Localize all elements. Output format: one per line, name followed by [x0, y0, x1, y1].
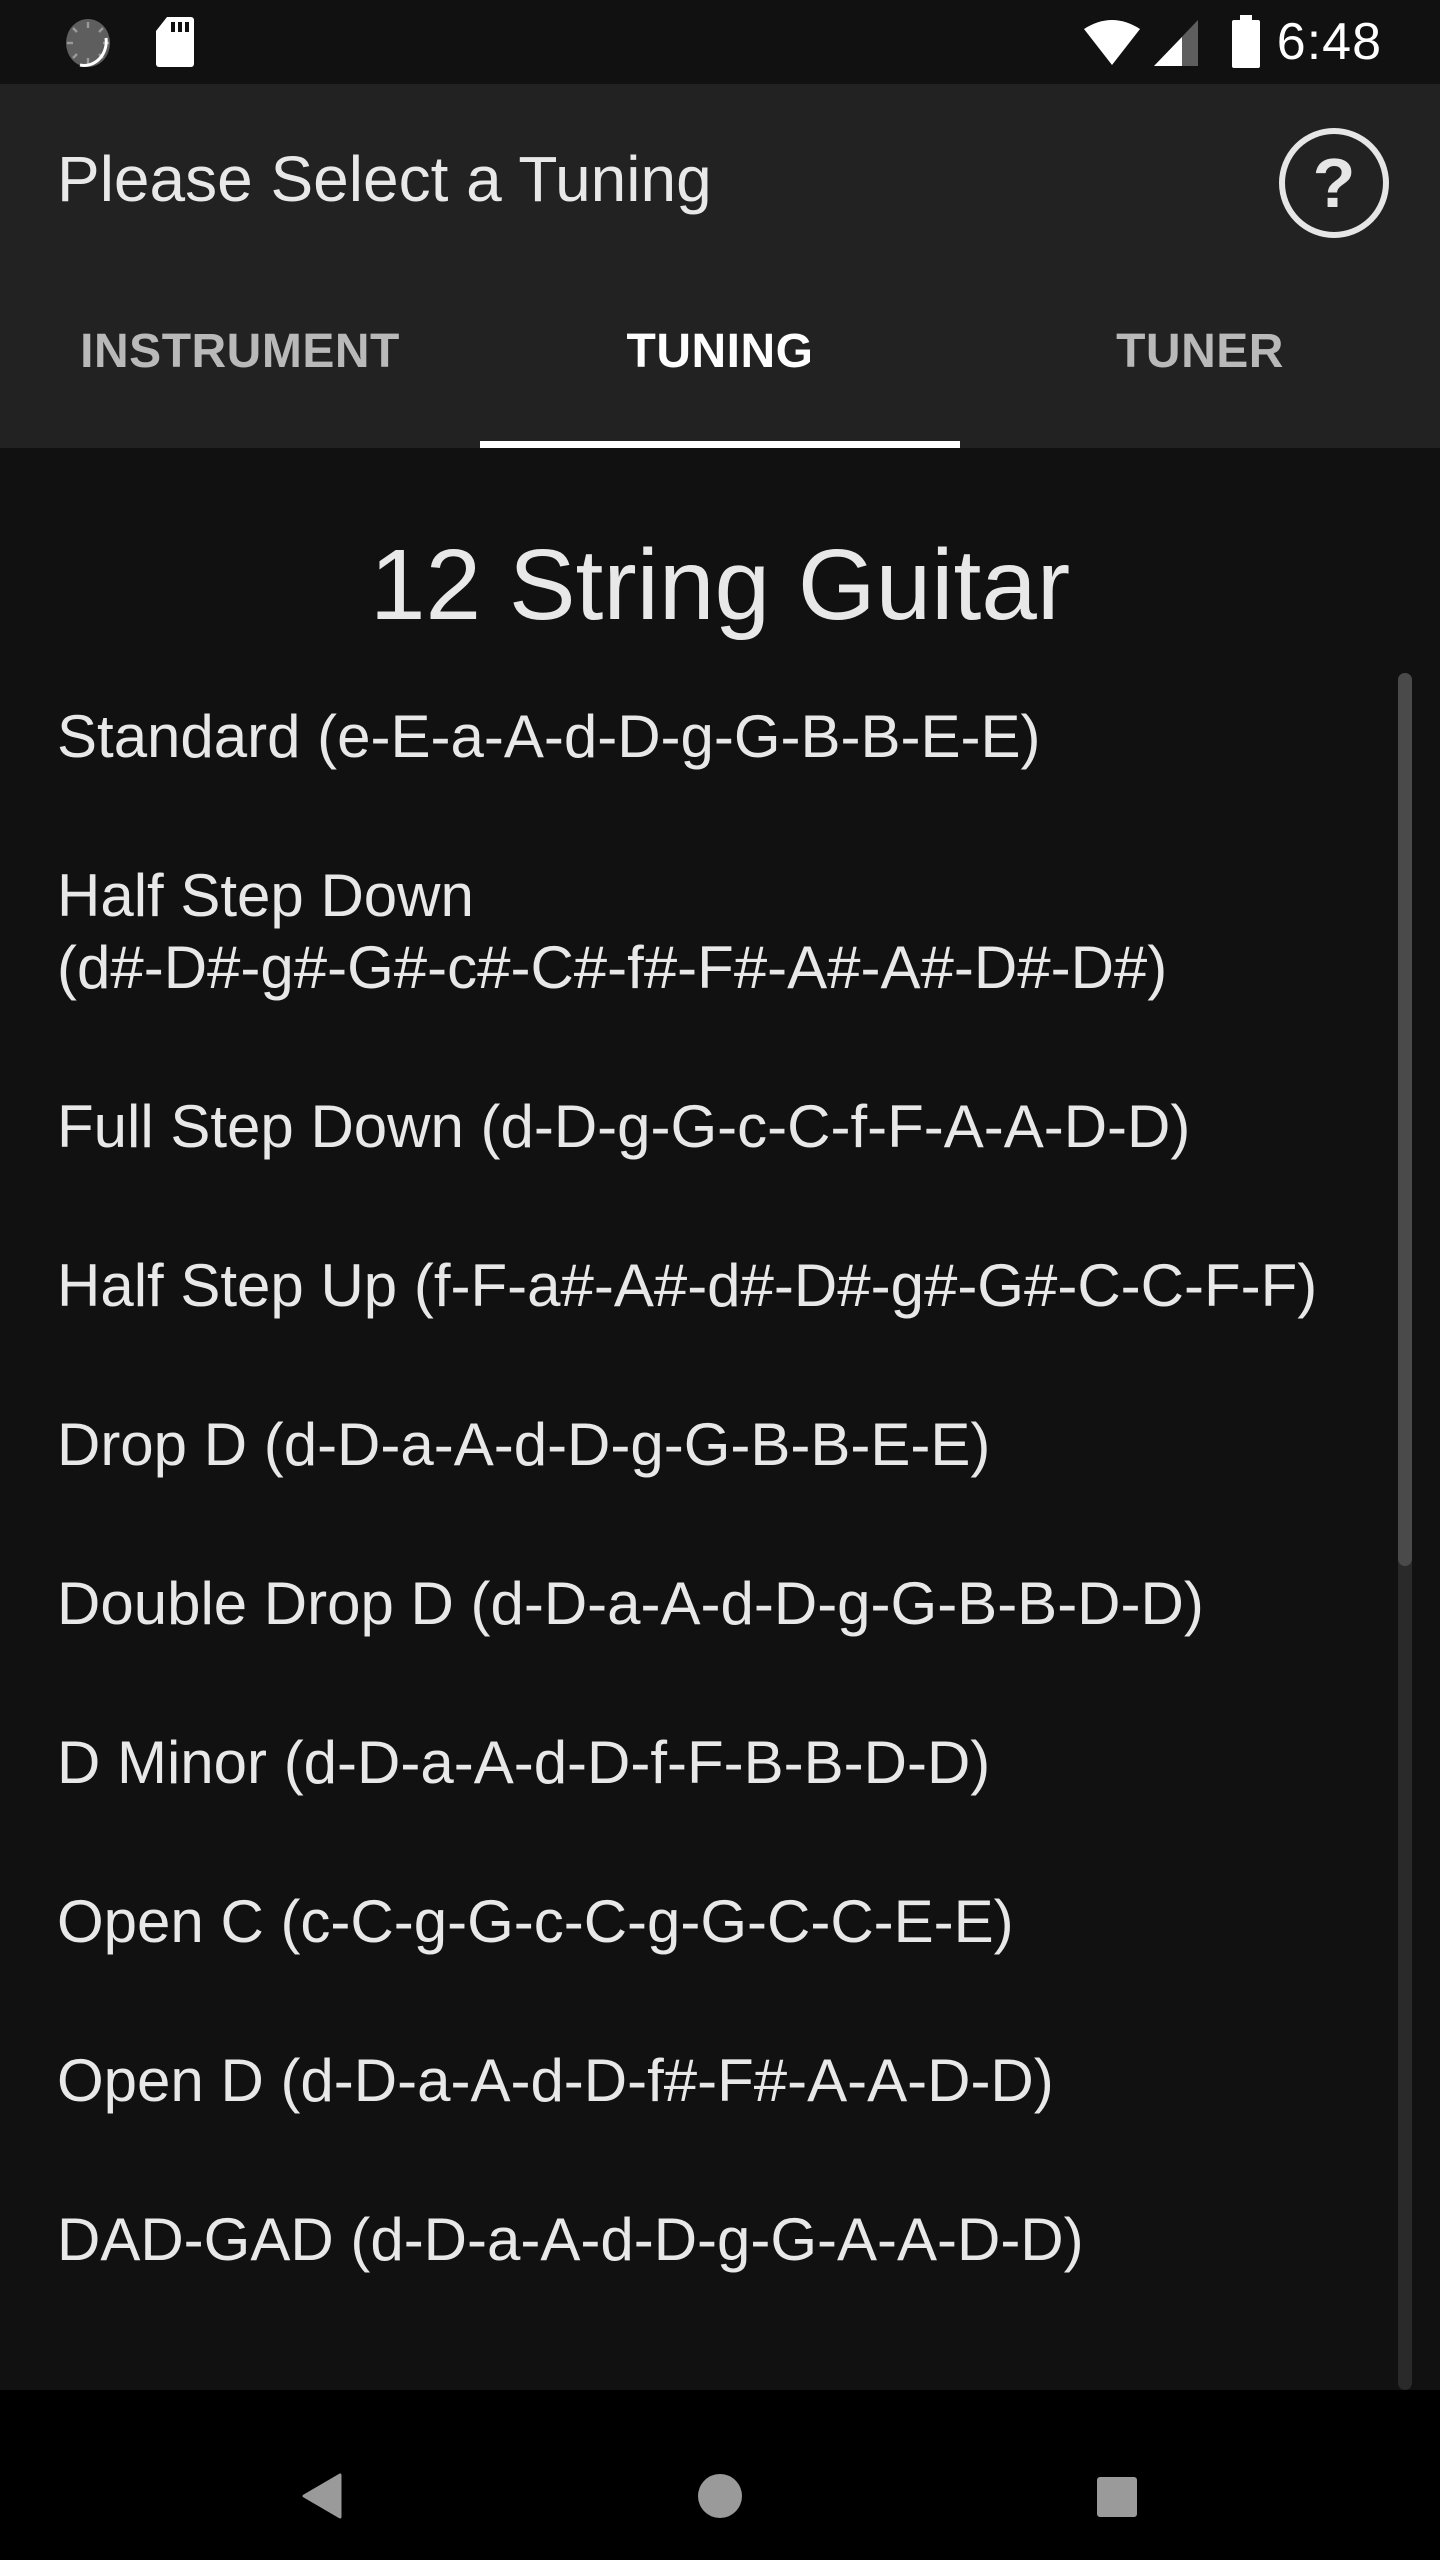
- help-circle-icon: ?: [1279, 128, 1389, 238]
- sd-card-icon: [156, 17, 194, 67]
- tab-tuning[interactable]: TUNING: [480, 284, 960, 448]
- tuning-item-dad-gad[interactable]: DAD-GAD (d-D-a-A-d-D-g-G-A-A-D-D): [0, 2176, 1380, 2335]
- instrument-title: 12 String Guitar: [369, 529, 1071, 641]
- scrollbar-track[interactable]: [1398, 673, 1412, 2390]
- tuning-item-open-d[interactable]: Open D (d-D-a-A-d-D-f#-F#-A-A-D-D): [0, 2017, 1380, 2176]
- tab-tuning-label: TUNING: [626, 325, 814, 378]
- scrollbar-thumb[interactable]: [1398, 673, 1412, 1566]
- tuning-item-drop-d[interactable]: Drop D (d-D-a-A-d-D-g-G-B-B-E-E): [0, 1381, 1380, 1540]
- tuning-item-open-c[interactable]: Open C (c-C-g-G-c-C-g-G-C-C-E-E): [0, 1858, 1380, 2017]
- tuning-item-full-step-down[interactable]: Full Step Down (d-D-g-G-c-C-f-F-A-A-D-D): [0, 1063, 1380, 1222]
- recents-icon[interactable]: [1095, 2475, 1139, 2519]
- tuning-item-label: D Minor (d-D-a-A-d-D-f-F-B-B-D-D): [57, 1729, 991, 1796]
- tuning-item-standard[interactable]: Standard (e-E-a-A-d-D-g-G-B-B-E-E): [0, 673, 1380, 832]
- svg-text:?: ?: [1313, 144, 1356, 222]
- tuning-item-name: Half Step Down: [57, 862, 474, 929]
- help-button[interactable]: ?: [1278, 127, 1390, 239]
- tuning-item-label: Drop D (d-D-a-A-d-D-g-G-B-B-E-E): [57, 1411, 991, 1478]
- tuning-item-notes: (d#-D#-g#-G#-c#-C#-f#-F#-A#-A#-D#-D#): [57, 934, 1168, 1001]
- tuning-item-label: Half Step Up (f-F-a#-A#-d#-D#-g#-G#-C-C-…: [57, 1252, 1318, 1319]
- tab-tuner[interactable]: TUNER: [960, 284, 1440, 448]
- app-bar: Please Select a Tuning ? INSTRUMENT TUNI…: [0, 84, 1440, 448]
- tuning-item-half-step-up[interactable]: Half Step Up (f-F-a#-A#-d#-D#-g#-G#-C-C-…: [0, 1222, 1380, 1381]
- tab-bar: INSTRUMENT TUNING TUNER: [0, 284, 1440, 448]
- tuning-item-label: Double Drop D (d-D-a-A-d-D-g-G-B-B-D-D): [57, 1570, 1204, 1637]
- tuning-item-label: Full Step Down (d-D-g-G-c-C-f-F-A-A-D-D): [57, 1093, 1191, 1160]
- cell-signal-icon: [1154, 20, 1198, 66]
- system-nav-bar: [0, 2390, 1440, 2560]
- tuning-item-label: Standard (e-E-a-A-d-D-g-G-B-B-E-E): [57, 703, 1041, 770]
- tuning-content: 12 String Guitar Standard (e-E-a-A-d-D-g…: [0, 448, 1440, 2390]
- tab-instrument[interactable]: INSTRUMENT: [0, 284, 480, 448]
- tuning-item-d-minor[interactable]: D Minor (d-D-a-A-d-D-f-F-B-B-D-D): [0, 1699, 1380, 1858]
- tuning-item-label: Open C (c-C-g-G-c-C-g-G-C-C-E-E): [57, 1888, 1014, 1955]
- page-title: Please Select a Tuning: [57, 143, 712, 215]
- tuning-item-half-step-down[interactable]: Half Step Down (d#-D#-g#-G#-c#-C#-f#-F#-A…: [0, 832, 1380, 1063]
- sync-icon: [66, 19, 110, 67]
- tuning-item-double-drop-d[interactable]: Double Drop D (d-D-a-A-d-D-g-G-B-B-D-D): [0, 1540, 1380, 1699]
- back-icon[interactable]: [300, 2473, 344, 2519]
- status-bar: 6:48: [0, 0, 1440, 84]
- tuning-item-label: Half Step Down (d#-D#-g#-G#-c#-C#-f#-F#-A…: [57, 832, 1360, 1004]
- home-icon[interactable]: [696, 2473, 744, 2519]
- tab-indicator: [480, 441, 960, 448]
- tuning-list[interactable]: Standard (e-E-a-A-d-D-g-G-B-B-E-E) Half …: [0, 673, 1380, 2335]
- tuning-item-label: DAD-GAD (d-D-a-A-d-D-g-G-A-A-D-D): [57, 2206, 1084, 2273]
- status-time: 6:48: [1276, 13, 1382, 71]
- tab-tuner-label: TUNER: [1116, 325, 1284, 378]
- wifi-icon: [1084, 20, 1140, 65]
- battery-icon: [1232, 15, 1260, 68]
- tab-instrument-label: INSTRUMENT: [80, 325, 400, 378]
- tuning-item-label: Open D (d-D-a-A-d-D-f#-F#-A-A-D-D): [57, 2047, 1054, 2114]
